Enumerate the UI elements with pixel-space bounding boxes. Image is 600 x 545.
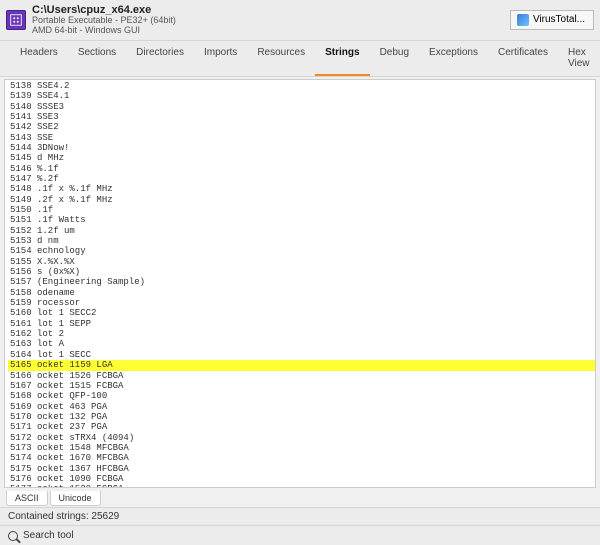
string-row[interactable]: 5171 ocket 237 PGA [8,422,595,432]
string-row[interactable]: 5161 lot 1 SEPP [8,319,595,329]
string-row[interactable]: 5151 .1f Watts [8,215,595,225]
string-row[interactable]: 5148 .1f x %.1f MHz [8,184,595,194]
file-platform: AMD 64-bit - Windows GUI [32,26,510,36]
string-row[interactable]: 5158 odename [8,288,595,298]
string-row[interactable]: 5169 ocket 463 PGA [8,402,595,412]
string-row[interactable]: 5145 d MHz [8,153,595,163]
string-row[interactable]: 5172 ocket sTRX4 (4094) [8,433,595,443]
string-row[interactable]: 5152 1.2f um [8,226,595,236]
tab-certificates[interactable]: Certificates [488,41,558,76]
string-row[interactable]: 5150 .1f [8,205,595,215]
search-icon [8,531,18,541]
status-text: Contained strings: 25629 [8,511,119,522]
title-block: C:\Users\cpuz_x64.exe Portable Executabl… [32,4,510,36]
string-row[interactable]: 5177 ocket 1528 FCBGA [8,484,595,488]
string-row[interactable]: 5142 SSE2 [8,122,595,132]
tab-debug[interactable]: Debug [370,41,419,76]
string-row[interactable]: 5159 rocessor [8,298,595,308]
tab-headers[interactable]: Headers [10,41,68,76]
string-row[interactable]: 5168 ocket QFP-100 [8,391,595,401]
string-row[interactable]: 5146 %.1f [8,164,595,174]
string-row[interactable]: 5162 lot 2 [8,329,595,339]
string-row[interactable]: 5156 s (0x%X) [8,267,595,277]
string-row[interactable]: 5154 echnology [8,246,595,256]
string-row[interactable]: 5160 lot 1 SECC2 [8,308,595,318]
tab-exceptions[interactable]: Exceptions [419,41,488,76]
encoding-tabs: ASCIIUnicode [0,490,600,507]
virustotal-label: VirusTotal... [533,14,585,25]
app-icon [6,10,26,30]
string-row[interactable]: 5144 3DNow! [8,143,595,153]
string-row[interactable]: 5138 SSE4.2 [8,81,595,91]
string-row[interactable]: 5155 X.%X.%X [8,257,595,267]
string-row[interactable]: 5174 ocket 1670 MFCBGA [8,453,595,463]
status-bar: Contained strings: 25629 [0,507,600,525]
tab-imports[interactable]: Imports [194,41,247,76]
string-row[interactable]: 5149 .2f x %.1f MHz [8,195,595,205]
string-row[interactable]: 5175 ocket 1367 HFCBGA [8,464,595,474]
string-row[interactable]: 5167 ocket 1515 FCBGA [8,381,595,391]
string-row[interactable]: 5140 SSSE3 [8,102,595,112]
string-row[interactable]: 5163 lot A [8,339,595,349]
app-header: C:\Users\cpuz_x64.exe Portable Executabl… [0,0,600,41]
search-bar[interactable]: Search tool [0,525,600,545]
string-row[interactable]: 5143 SSE [8,133,595,143]
string-row[interactable]: 5165 ocket 1159 LGA [8,360,595,370]
virustotal-icon [517,14,529,26]
string-row[interactable]: 5157 (Engineering Sample) [8,277,595,287]
string-row[interactable]: 5176 ocket 1090 FCBGA [8,474,595,484]
tab-strings[interactable]: Strings [315,41,369,76]
string-row[interactable]: 5147 %.2f [8,174,595,184]
virustotal-button[interactable]: VirusTotal... [510,10,594,30]
tab-hex-view[interactable]: Hex View [558,41,600,76]
strings-list[interactable]: 5138 SSE4.25139 SSE4.15140 SSSE35141 SSE… [4,79,596,488]
tab-sections[interactable]: Sections [68,41,126,76]
string-row[interactable]: 5164 lot 1 SECC [8,350,595,360]
pe-file-icon [9,13,23,27]
string-row[interactable]: 5139 SSE4.1 [8,91,595,101]
tab-bar: HeadersSectionsDirectoriesImportsResourc… [0,41,600,77]
string-row[interactable]: 5153 d nm [8,236,595,246]
search-label: Search tool [23,530,74,541]
string-row[interactable]: 5166 ocket 1526 FCBGA [8,371,595,381]
encoding-tab-ascii[interactable]: ASCII [6,491,48,506]
tab-directories[interactable]: Directories [126,41,194,76]
tab-resources[interactable]: Resources [247,41,315,76]
string-row[interactable]: 5173 ocket 1548 MFCBGA [8,443,595,453]
string-row[interactable]: 5170 ocket 132 PGA [8,412,595,422]
string-row[interactable]: 5141 SSE3 [8,112,595,122]
encoding-tab-unicode[interactable]: Unicode [50,491,101,506]
